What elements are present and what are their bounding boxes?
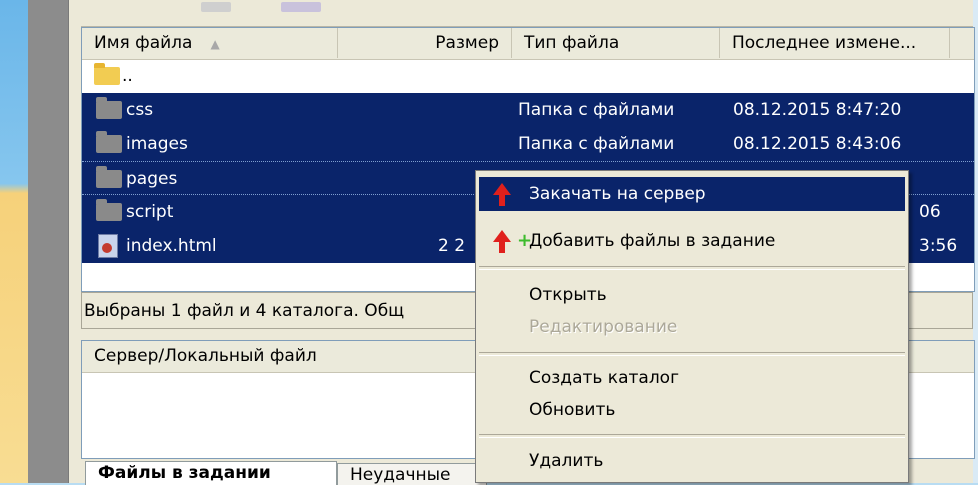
column-name[interactable]: Имя файла ▲: [82, 28, 338, 58]
add-to-queue-icon: +: [493, 230, 532, 254]
status-text: Выбраны 1 файл и 4 каталога. Общ: [84, 301, 405, 321]
folder-icon: [96, 97, 122, 119]
tab-label: Неудачные: [350, 465, 451, 485]
sort-ascending-icon: ▲: [210, 37, 220, 51]
file-modified: 08.12.2015 8:47:20: [733, 100, 902, 120]
menu-item-edit: Редактирование: [479, 310, 905, 344]
menu-item-label: Открыть: [529, 285, 607, 305]
menu-item-create-dir[interactable]: Создать каталог: [479, 361, 905, 395]
html-file-icon: [98, 234, 118, 258]
file-name: index.html: [126, 236, 217, 256]
menu-item-label: Закачать на сервер: [529, 184, 706, 204]
file-row-parent[interactable]: ..: [82, 59, 142, 93]
column-name-label: Имя файла: [94, 33, 193, 53]
menu-item-label: Обновить: [529, 400, 616, 420]
file-name: css: [126, 100, 154, 120]
context-menu: Закачать на сервер + Добавить файлы в за…: [475, 170, 909, 483]
tab-queued-files[interactable]: Файлы в задании: [85, 461, 337, 485]
menu-item-add-to-queue[interactable]: + Добавить файлы в задание: [479, 224, 905, 258]
file-type: Папка с файлами: [518, 100, 675, 120]
file-modified: 06: [919, 202, 941, 222]
window-frame-edge: [28, 0, 68, 483]
menu-item-open[interactable]: Открыть: [479, 278, 905, 312]
tab-failed[interactable]: Неудачные: [337, 463, 487, 485]
folder-icon: [96, 166, 122, 188]
menu-item-upload[interactable]: Закачать на сервер: [479, 177, 905, 211]
tab-label: Файлы в задании: [98, 463, 271, 483]
folder-up-icon: [94, 63, 120, 85]
menu-item-label: Добавить файлы в задание: [529, 231, 776, 251]
column-server-local-file[interactable]: Сервер/Локальный файл: [82, 341, 478, 371]
file-list-header: Имя файла ▲ Размер Тип файла Последнее из…: [82, 28, 974, 60]
file-type: Папка с файлами: [518, 134, 675, 154]
menu-item-label: Удалить: [529, 451, 604, 471]
file-name: ..: [122, 66, 133, 86]
file-name: pages: [126, 169, 178, 189]
folder-icon: [96, 131, 122, 153]
menu-item-delete[interactable]: Удалить: [479, 444, 905, 478]
file-size: 2 2: [438, 236, 466, 256]
file-modified: 08.12.2015 8:43:06: [733, 134, 902, 154]
menu-item-label: Редактирование: [529, 317, 678, 337]
menu-separator: [479, 352, 905, 356]
column-modified[interactable]: Последнее измене...: [720, 28, 950, 58]
file-row-css[interactable]: css Папка с файлами 08.12.2015 8:47:20: [82, 93, 974, 127]
column-type[interactable]: Тип файла: [512, 28, 720, 58]
menu-separator: [479, 434, 905, 438]
menu-item-refresh[interactable]: Обновить: [479, 393, 905, 427]
file-modified: 3:56: [919, 236, 958, 256]
menu-separator: [479, 266, 905, 270]
toolbar-strip: [81, 0, 973, 27]
column-size[interactable]: Размер: [338, 28, 512, 58]
file-name: script: [126, 202, 174, 222]
column-size-label: Размер: [435, 33, 499, 53]
column-type-label: Тип файла: [524, 33, 620, 53]
column-modified-label: Последнее измене...: [732, 33, 917, 53]
slide-backdrop: [0, 0, 68, 483]
menu-item-label: Создать каталог: [529, 368, 680, 388]
column-server-local-file-label: Сервер/Локальный файл: [94, 346, 317, 366]
file-name: images: [126, 134, 188, 154]
file-row-images[interactable]: images Папка с файлами 08.12.2015 8:43:0…: [82, 127, 974, 161]
folder-icon: [96, 199, 122, 221]
upload-arrow-icon: [493, 183, 511, 207]
